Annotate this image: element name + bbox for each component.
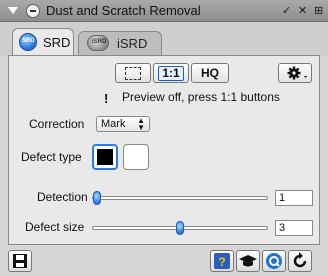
defect-type-black-button[interactable] [92,144,118,170]
detection-slider-thumb[interactable] [93,191,101,205]
tutorial-button[interactable] [236,250,260,272]
preview-area-button[interactable] [115,63,151,83]
minus-circle-icon[interactable] [26,4,40,18]
defect-size-slider[interactable] [92,221,268,235]
black-square-icon [97,149,113,165]
warning-icon: ! [104,91,109,106]
detection-label: Detection [37,190,88,204]
collapse-triangle-icon[interactable] [8,7,18,14]
dotted-rectangle-icon [125,67,141,80]
footer-toolbar: ? [0,246,328,276]
tab-isrd[interactable]: iSRD iSRD [78,31,162,56]
gear-icon [287,66,307,80]
srd-logo-icon: SRD [19,33,37,51]
warning-text: Preview off, press 1:1 buttons [122,90,280,104]
close-icon[interactable]: ✕ [298,3,307,19]
check-icon[interactable]: ✓ [282,3,291,19]
title-bar: Dust and Scratch Removal ✓ ✕ ⊞ [0,0,328,22]
save-icon [13,254,27,268]
reset-icon [293,252,307,268]
defect-type-white-button[interactable] [123,144,149,170]
defect-size-label: Defect size [25,220,85,234]
tab-isrd-label: iSRD [117,36,148,51]
zoom-1-1-button[interactable]: 1:1 [153,63,189,83]
correction-value: Mark [101,118,126,130]
help-button[interactable]: ? [210,250,234,272]
isrd-logo-icon: iSRD [87,35,109,51]
defect-type-label: Defect type [21,150,82,164]
qc-button[interactable] [262,250,286,272]
save-button[interactable] [8,250,32,272]
defect-size-slider-thumb[interactable] [176,221,184,235]
svg-text:?: ? [218,255,225,269]
settings-button[interactable] [278,63,312,83]
reset-button[interactable] [288,250,312,272]
window-title: Dust and Scratch Removal [46,3,201,18]
defect-size-value-field[interactable]: 3 [275,220,313,236]
menu-icon[interactable]: ⊞ [314,3,323,19]
tab-strip: SRD SRD iSRD iSRD [0,22,328,56]
zoom-1-1-label: 1:1 [158,66,184,81]
qc-icon [266,253,282,269]
detection-slider[interactable] [92,191,268,205]
help-icon: ? [214,253,230,269]
hq-button[interactable]: HQ [191,63,229,83]
correction-select[interactable]: Mark ▲ ▼ [96,116,150,132]
correction-label: Correction [29,117,85,131]
tab-srd-label: SRD [43,35,71,50]
graduation-cap-icon [239,255,257,267]
srd-panel: 1:1 HQ ! Preview off, press 1:1 buttons … [8,55,320,245]
detection-value-field[interactable]: 1 [275,190,313,206]
updown-arrows-icon: ▲ ▼ [137,116,145,132]
tab-srd[interactable]: SRD SRD [12,28,74,56]
